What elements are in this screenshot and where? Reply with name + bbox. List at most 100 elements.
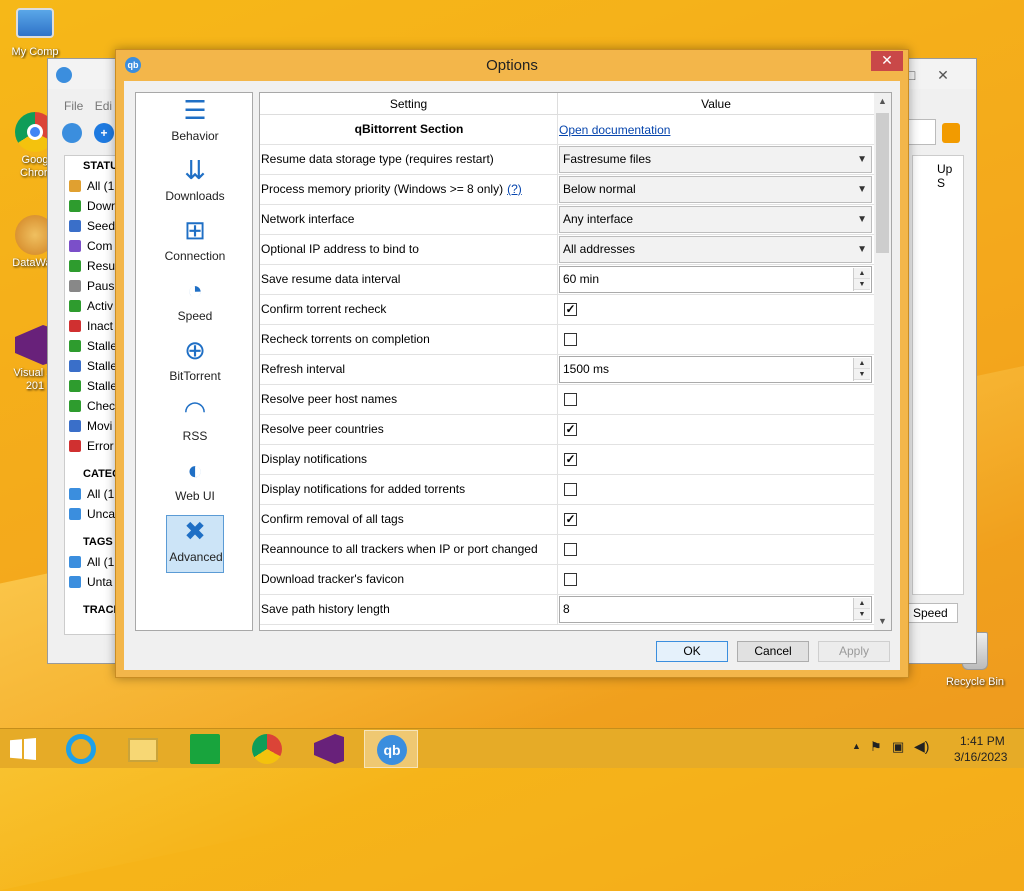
start-button[interactable]: [0, 730, 54, 768]
volume-icon[interactable]: ◀): [914, 738, 929, 755]
setting-label: Network interface: [260, 205, 558, 234]
cancel-button[interactable]: Cancel: [737, 641, 809, 662]
sidebar-item-label: All (1: [87, 555, 115, 569]
setting-checkbox[interactable]: [564, 573, 577, 586]
setting-combobox[interactable]: Any interface ▼: [559, 206, 872, 233]
nav-item-rss[interactable]: ◠ RSS: [166, 395, 224, 453]
setting-checkbox[interactable]: [564, 543, 577, 556]
checking-icon: [69, 400, 81, 412]
close-button[interactable]: ✕: [928, 65, 958, 85]
toolbar-add-icon[interactable]: +: [94, 123, 114, 143]
setting-checkbox[interactable]: ✓: [564, 453, 577, 466]
pause-icon: [69, 280, 81, 292]
sidebar-item-label: Movi: [87, 419, 113, 433]
spin-up-icon[interactable]: ▲: [854, 268, 870, 279]
scrollbar-thumb[interactable]: [876, 113, 889, 253]
sidebar-item-label: Stalle: [87, 379, 118, 393]
spinbox-buttons: ▲ ▼: [853, 598, 870, 621]
clock-date[interactable]: 3/16/2023: [954, 750, 1007, 764]
nav-item-speed[interactable]: ◔ Speed: [166, 275, 224, 333]
taskbar-internet-explorer[interactable]: [54, 730, 108, 768]
sidebar-item-label: Unta: [87, 575, 113, 589]
setting-checkbox[interactable]: ✓: [564, 303, 577, 316]
setting-label-text: Display notifications: [261, 452, 368, 466]
spin-down-icon[interactable]: ▼: [854, 279, 870, 290]
taskbar-visual-studio[interactable]: [302, 730, 356, 768]
help-link[interactable]: (?): [507, 182, 522, 196]
setting-label: Save path history length: [260, 595, 558, 624]
setting-label-text: Process memory priority (Windows >= 8 on…: [261, 182, 504, 196]
menu-edit[interactable]: Edi: [95, 99, 112, 113]
spin-up-icon[interactable]: ▲: [854, 358, 870, 369]
clock-time[interactable]: 1:41 PM: [960, 734, 1005, 748]
spin-down-icon[interactable]: ▼: [854, 369, 870, 380]
taskbar-qbittorrent[interactable]: qb: [364, 730, 418, 768]
setting-value: [558, 475, 874, 504]
table-vertical-scrollbar[interactable]: ▲ ▼: [874, 93, 891, 630]
setting-checkbox[interactable]: [564, 483, 577, 496]
setting-combobox[interactable]: Fastresume files ▼: [559, 146, 872, 173]
setting-combobox[interactable]: All addresses ▼: [559, 236, 872, 263]
sidebar-item-label: Com: [87, 239, 113, 253]
setting-value: All addresses ▼: [558, 235, 874, 264]
speedometer-icon: ◔: [187, 275, 203, 305]
play-icon: [69, 260, 81, 272]
spin-down-icon[interactable]: ▼: [854, 609, 870, 620]
setting-value: ✓: [558, 415, 874, 444]
table-row: Recheck torrents on completion: [260, 325, 874, 355]
setting-checkbox[interactable]: ✓: [564, 513, 577, 526]
search-box[interactable]: [908, 119, 936, 145]
start-icon: [10, 738, 36, 760]
chevron-down-icon: ▼: [857, 184, 867, 195]
speed-tab-label: Speed: [913, 606, 948, 620]
list-icon: [69, 488, 81, 500]
network-icon[interactable]: ▣: [892, 739, 904, 755]
dialog-close-button[interactable]: ✕: [871, 51, 903, 71]
toolbar-link-icon[interactable]: [62, 123, 82, 143]
taskbar-file-explorer[interactable]: [116, 730, 170, 768]
setting-spinbox[interactable]: 1500 ms ▲ ▼: [559, 356, 872, 383]
setting-label-text: Network interface: [261, 212, 355, 226]
spinbox-buttons: ▲ ▼: [853, 358, 870, 381]
taskbar-store[interactable]: [178, 730, 232, 768]
desktop-icon-computer[interactable]: My Comp: [0, 8, 70, 59]
torrent-list: Up S: [912, 155, 964, 595]
scroll-up-icon[interactable]: ▲: [874, 93, 891, 110]
tag-icon: [69, 556, 81, 568]
setting-checkbox[interactable]: [564, 333, 577, 346]
nav-item-label: RSS: [182, 429, 208, 443]
setting-checkbox[interactable]: ✓: [564, 423, 577, 436]
scroll-down-icon[interactable]: ▼: [874, 613, 891, 630]
nav-item-connection[interactable]: ⊞ Connection: [165, 215, 226, 273]
inactive-icon: [69, 320, 81, 332]
setting-spinbox[interactable]: 60 min ▲ ▼: [559, 266, 872, 293]
nav-item-advanced[interactable]: ✖ Advanced: [166, 515, 224, 573]
chevron-down-icon: ▼: [857, 214, 867, 225]
nav-item-behavior[interactable]: ☰ Behavior: [166, 95, 224, 153]
setting-label: Confirm torrent recheck: [260, 295, 558, 324]
setting-spinbox[interactable]: 8 ▲ ▼: [559, 596, 872, 623]
column-header-setting[interactable]: Setting: [260, 93, 558, 115]
apply-button[interactable]: Apply: [818, 641, 890, 662]
sidebar-item-label: Chec: [87, 399, 116, 413]
flag-icon[interactable]: ⚑: [870, 739, 882, 755]
open-documentation-link[interactable]: Open documentation: [559, 123, 670, 137]
setting-label: Process memory priority (Windows >= 8 on…: [260, 175, 558, 204]
nav-item-downloads[interactable]: ⇊ Downloads: [165, 155, 224, 213]
taskbar-chrome[interactable]: [240, 730, 294, 768]
ok-button[interactable]: OK: [656, 641, 728, 662]
setting-label: Save resume data interval: [260, 265, 558, 294]
combobox-value: All addresses: [563, 242, 636, 256]
setting-combobox[interactable]: Below normal ▼: [559, 176, 872, 203]
tray-chevron-icon[interactable]: ▲: [852, 741, 861, 751]
planet-icon: ◐: [187, 455, 203, 485]
column-header-up-speed[interactable]: Up S: [937, 162, 963, 190]
menu-file[interactable]: File: [64, 99, 83, 113]
nav-item-bittorrent[interactable]: ⊕ BitTorrent: [166, 335, 224, 393]
spin-up-icon[interactable]: ▲: [854, 598, 870, 609]
column-header-value[interactable]: Value: [558, 93, 874, 115]
nav-item-web-ui[interactable]: ◐ Web UI: [166, 455, 224, 513]
speed-tab[interactable]: Speed: [908, 603, 958, 623]
lock-icon[interactable]: [942, 123, 960, 143]
setting-checkbox[interactable]: [564, 393, 577, 406]
